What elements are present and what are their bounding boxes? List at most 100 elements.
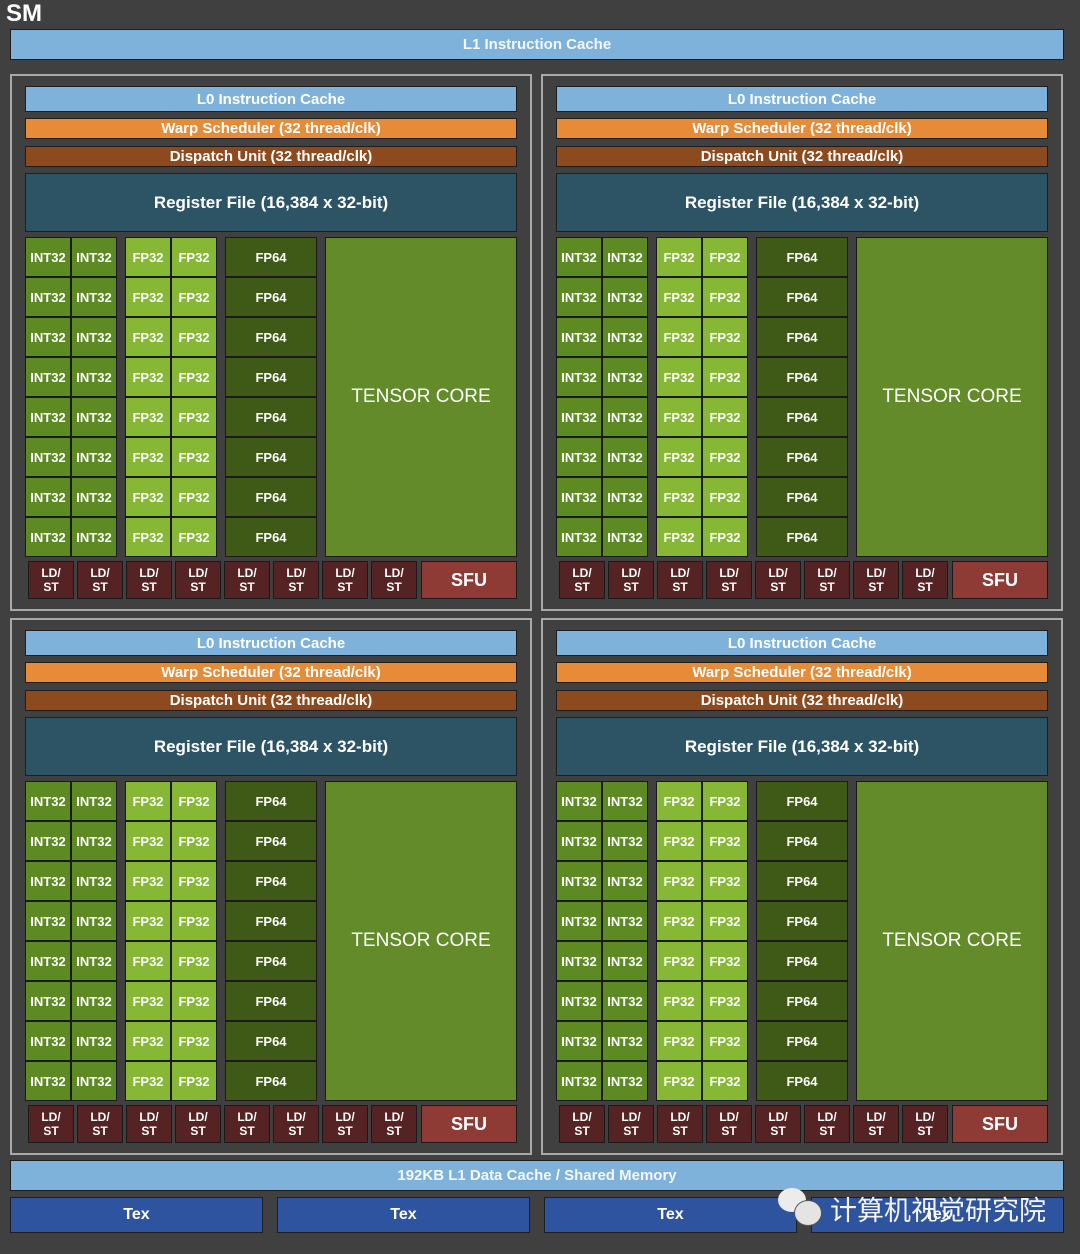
int32-unit: INT32: [71, 1021, 117, 1061]
ldst-unit: LD/ST: [126, 1105, 172, 1143]
ldst-label-bottom: ST: [819, 580, 835, 594]
ldst-unit: LD/ST: [28, 561, 74, 599]
int32-unit: INT32: [556, 781, 602, 821]
fp64-unit: FP64: [756, 517, 848, 557]
int32-unit: INT32: [556, 437, 602, 477]
ldst-label-bottom: ST: [868, 1124, 884, 1138]
fp64-unit: FP64: [225, 821, 317, 861]
fp64-unit: FP64: [225, 237, 317, 277]
int32-unit: INT32: [602, 517, 648, 557]
ldst-label-bottom: ST: [288, 1124, 304, 1138]
ldst-label-bottom: ST: [337, 1124, 353, 1138]
int32-unit: INT32: [556, 941, 602, 981]
int32-unit: INT32: [556, 821, 602, 861]
ldst-label-bottom: ST: [239, 580, 255, 594]
register-file: Register File (16,384 x 32-bit): [556, 173, 1048, 232]
ldst-label-top: LD/: [384, 1110, 404, 1124]
ldst-label-top: LD/: [188, 1110, 208, 1124]
ldst-unit: LD/ST: [853, 561, 899, 599]
int32-unit: INT32: [556, 1021, 602, 1061]
int32-unit: INT32: [556, 477, 602, 517]
int32-unit: INT32: [556, 517, 602, 557]
ldst-label-bottom: ST: [141, 580, 157, 594]
fp64-unit: FP64: [225, 357, 317, 397]
ldst-label-bottom: ST: [190, 580, 206, 594]
fp64-unit: FP64: [756, 861, 848, 901]
l0-instruction-cache: L0 Instruction Cache: [25, 630, 517, 656]
dispatch-unit: Dispatch Unit (32 thread/clk): [25, 690, 517, 711]
fp32-unit: FP32: [125, 317, 171, 357]
ldst-label-top: LD/: [286, 566, 306, 580]
int32-unit: INT32: [602, 861, 648, 901]
int32-unit: INT32: [71, 277, 117, 317]
fp32-unit: FP32: [656, 317, 702, 357]
ldst-label-bottom: ST: [917, 580, 933, 594]
ldst-label-top: LD/: [915, 1110, 935, 1124]
tex-unit: Tex: [544, 1197, 797, 1233]
fp64-unit: FP64: [225, 981, 317, 1021]
fp32-unit: FP32: [702, 277, 748, 317]
ldst-label-top: LD/: [335, 1110, 355, 1124]
int32-unit: INT32: [71, 901, 117, 941]
fp64-unit: FP64: [225, 317, 317, 357]
watermark-text: 计算机视觉研究院: [830, 1195, 1046, 1226]
ldst-unit: LD/ST: [902, 1105, 948, 1143]
ldst-label-bottom: ST: [92, 1124, 108, 1138]
ldst-label-top: LD/: [768, 1110, 788, 1124]
ldst-label-bottom: ST: [574, 1124, 590, 1138]
int32-unit: INT32: [71, 357, 117, 397]
ldst-unit: LD/ST: [322, 1105, 368, 1143]
int32-unit: INT32: [25, 1061, 71, 1101]
fp32-unit: FP32: [702, 357, 748, 397]
ldst-label-top: LD/: [335, 566, 355, 580]
ldst-label-top: LD/: [286, 1110, 306, 1124]
fp64-unit: FP64: [756, 397, 848, 437]
fp64-unit: FP64: [225, 397, 317, 437]
fp32-unit: FP32: [656, 437, 702, 477]
fp64-unit: FP64: [756, 237, 848, 277]
fp32-unit: FP32: [656, 517, 702, 557]
int32-unit: INT32: [25, 901, 71, 941]
int32-unit: INT32: [25, 317, 71, 357]
processing-block: L0 Instruction Cache Warp Scheduler (32 t…: [541, 618, 1063, 1155]
ldst-label-top: LD/: [139, 566, 159, 580]
ldst-unit: LD/ST: [804, 561, 850, 599]
int32-unit: INT32: [602, 1061, 648, 1101]
int32-unit: INT32: [71, 821, 117, 861]
int32-unit: INT32: [25, 277, 71, 317]
ldst-label-bottom: ST: [819, 1124, 835, 1138]
int32-unit: INT32: [25, 821, 71, 861]
int32-unit: INT32: [602, 901, 648, 941]
ldst-label-bottom: ST: [239, 1124, 255, 1138]
sfu-unit: SFU: [952, 1105, 1048, 1143]
int32-unit: INT32: [25, 397, 71, 437]
fp32-unit: FP32: [656, 901, 702, 941]
fp32-unit: FP32: [702, 477, 748, 517]
fp32-unit: FP32: [702, 517, 748, 557]
fp64-unit: FP64: [225, 781, 317, 821]
ldst-unit: LD/ST: [902, 561, 948, 599]
int32-unit: INT32: [602, 357, 648, 397]
ldst-label-bottom: ST: [721, 1124, 737, 1138]
fp32-unit: FP32: [125, 357, 171, 397]
ldst-unit: LD/ST: [77, 1105, 123, 1143]
ldst-label-bottom: ST: [386, 1124, 402, 1138]
int32-unit: INT32: [25, 1021, 71, 1061]
ldst-label-top: LD/: [41, 1110, 61, 1124]
ldst-label-top: LD/: [866, 566, 886, 580]
ldst-label-bottom: ST: [623, 580, 639, 594]
ldst-label-bottom: ST: [623, 1124, 639, 1138]
fp32-unit: FP32: [702, 1061, 748, 1101]
ldst-unit: LD/ST: [804, 1105, 850, 1143]
fp32-unit: FP32: [702, 981, 748, 1021]
tensor-core: TENSOR CORE: [325, 781, 517, 1101]
fp32-unit: FP32: [656, 357, 702, 397]
fp64-unit: FP64: [756, 317, 848, 357]
int32-unit: INT32: [602, 277, 648, 317]
fp64-unit: FP64: [756, 1061, 848, 1101]
int32-unit: INT32: [25, 941, 71, 981]
ldst-label-top: LD/: [670, 1110, 690, 1124]
ldst-label-bottom: ST: [868, 580, 884, 594]
int32-unit: INT32: [556, 277, 602, 317]
ldst-label-top: LD/: [237, 1110, 257, 1124]
